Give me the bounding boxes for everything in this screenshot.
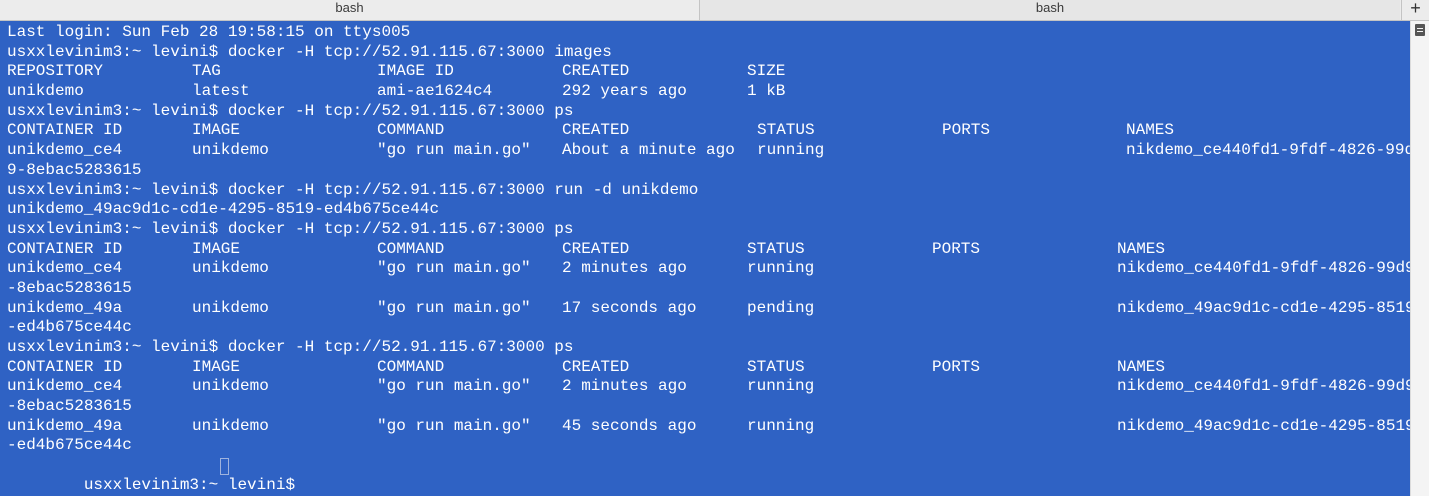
column-header: COMMAND — [377, 121, 445, 140]
ps-table-header: CONTAINER ID IMAGE COMMAND CREATED STATU… — [7, 240, 1410, 260]
table-row: unikdemo latest ami-ae1624c4 292 years a… — [7, 82, 1410, 102]
column-header: CONTAINER ID — [7, 239, 123, 258]
tab-bar: bash bash + — [0, 0, 1429, 21]
column-header: COMMAND — [377, 239, 445, 258]
images-table-header: REPOSITORY TAG IMAGE ID CREATED SIZE — [7, 62, 1410, 82]
prompt-text: usxxlevinim3:~ levini$ — [83, 475, 305, 494]
terminal-lines: Last login: Sun Feb 28 19:58:15 on ttys0… — [7, 23, 1410, 494]
table-cell: unikdemo — [192, 416, 269, 435]
table-cell: "go run main.go" — [377, 377, 531, 396]
table-cell: nikdemo_ce440fd1-9fdf-4826-99d9 — [1117, 259, 1410, 278]
command-line: usxxlevinim3:~ levini$ docker -H tcp://5… — [7, 101, 574, 120]
table-cell: unikdemo_49a — [7, 416, 123, 435]
table-row: unikdemo_ce4 unikdemo "go run main.go" A… — [7, 141, 1410, 161]
table-row: unikdemo_ce4 unikdemo "go run main.go" 2… — [7, 377, 1410, 397]
wrapped-line: -8ebac5283615 — [7, 278, 132, 297]
table-row: unikdemo_49a unikdemo "go run main.go" 1… — [7, 299, 1410, 319]
ps-table-header: CONTAINER ID IMAGE COMMAND CREATED STATU… — [7, 121, 1410, 141]
table-cell: "go run main.go" — [377, 141, 531, 160]
run-output-line: unikdemo_49ac9d1c-cd1e-4295-8519-ed4b675… — [7, 200, 440, 219]
column-header: SIZE — [747, 62, 786, 81]
table-cell: unikdemo — [192, 259, 269, 278]
table-cell: 17 seconds ago — [562, 298, 697, 317]
ps-table-header: CONTAINER ID IMAGE COMMAND CREATED STATU… — [7, 358, 1410, 378]
column-header: STATUS — [747, 357, 805, 376]
column-header: CONTAINER ID — [7, 121, 123, 140]
text-cursor — [220, 458, 229, 476]
tab-bash-1[interactable]: bash — [0, 0, 700, 20]
wrapped-line: 9-8ebac5283615 — [7, 160, 142, 179]
column-header: PORTS — [932, 239, 981, 258]
tab-bash-2[interactable]: bash — [700, 0, 1400, 20]
table-cell: 2 minutes ago — [562, 377, 687, 396]
table-cell: latest — [192, 82, 250, 101]
table-cell: unikdemo — [192, 377, 269, 396]
command-line: usxxlevinim3:~ levini$ docker -H tcp://5… — [7, 180, 699, 199]
table-cell: ami-ae1624c4 — [377, 82, 493, 101]
table-row: unikdemo_ce4 unikdemo "go run main.go" 2… — [7, 259, 1410, 279]
table-cell: 45 seconds ago — [562, 416, 697, 435]
last-login-line: Last login: Sun Feb 28 19:58:15 on ttys0… — [7, 23, 411, 41]
table-cell: running — [747, 416, 815, 435]
table-cell: running — [747, 259, 815, 278]
column-header: IMAGE — [192, 357, 241, 376]
column-header: NAMES — [1117, 357, 1166, 376]
wrapped-line: -ed4b675ce44c — [7, 318, 132, 337]
table-cell: unikdemo — [192, 141, 269, 160]
column-header: STATUS — [757, 121, 815, 140]
plus-icon: + — [1410, 0, 1421, 18]
prompt-line[interactable]: usxxlevinim3:~ levini$ — [7, 456, 1410, 494]
table-cell: unikdemo — [7, 82, 84, 101]
column-header: IMAGE — [192, 121, 241, 140]
table-cell: running — [757, 141, 825, 160]
column-header: CREATED — [562, 62, 630, 81]
table-cell: nikdemo_ce440fd1-9fdf-4826-99d — [1126, 141, 1410, 160]
column-header: COMMAND — [377, 357, 445, 376]
terminal-output[interactable]: Last login: Sun Feb 28 19:58:15 on ttys0… — [0, 21, 1410, 496]
column-header: TAG — [192, 62, 221, 81]
wrapped-line: -8ebac5283615 — [7, 397, 132, 416]
column-header: PORTS — [942, 121, 991, 140]
table-cell: 292 years ago — [562, 82, 687, 101]
table-cell: pending — [747, 298, 815, 317]
column-header: IMAGE ID — [377, 62, 454, 81]
column-header: CONTAINER ID — [7, 357, 123, 376]
table-cell: "go run main.go" — [377, 259, 531, 278]
column-header: NAMES — [1117, 239, 1166, 258]
table-cell: running — [747, 377, 815, 396]
table-cell: nikdemo_49ac9d1c-cd1e-4295-8519 — [1117, 416, 1410, 435]
column-header: NAMES — [1126, 121, 1175, 140]
column-header: REPOSITORY — [7, 62, 104, 81]
table-cell: unikdemo_49a — [7, 298, 123, 317]
column-header: CREATED — [562, 239, 630, 258]
table-cell: unikdemo_ce4 — [7, 377, 123, 396]
column-header: STATUS — [747, 239, 805, 258]
table-cell: "go run main.go" — [377, 298, 531, 317]
new-tab-button[interactable]: + — [1401, 0, 1429, 20]
table-cell: About a minute ago — [562, 141, 735, 160]
table-cell: unikdemo_ce4 — [7, 259, 123, 278]
table-cell: "go run main.go" — [377, 416, 531, 435]
column-header: CREATED — [562, 121, 630, 140]
scroll-menu-icon[interactable] — [1415, 24, 1425, 36]
scrollbar[interactable] — [1410, 21, 1429, 496]
table-row: unikdemo_49a unikdemo "go run main.go" 4… — [7, 417, 1410, 437]
command-line: usxxlevinim3:~ levini$ docker -H tcp://5… — [7, 219, 574, 238]
command-line: usxxlevinim3:~ levini$ docker -H tcp://5… — [7, 338, 574, 356]
column-header: CREATED — [562, 357, 630, 376]
wrapped-line: -ed4b675ce44c — [7, 436, 132, 455]
table-cell: unikdemo_ce4 — [7, 141, 123, 160]
table-cell: nikdemo_49ac9d1c-cd1e-4295-8519 — [1117, 298, 1410, 317]
table-cell: 2 minutes ago — [562, 259, 687, 278]
column-header: PORTS — [932, 357, 981, 376]
table-cell: nikdemo_ce440fd1-9fdf-4826-99d9 — [1117, 377, 1410, 396]
table-cell: 1 kB — [747, 82, 786, 101]
table-cell: unikdemo — [192, 298, 269, 317]
column-header: IMAGE — [192, 239, 241, 258]
command-line: usxxlevinim3:~ levini$ docker -H tcp://5… — [7, 42, 612, 61]
terminal-window: bash bash + Last login: Sun Feb 28 19:58… — [0, 0, 1429, 496]
